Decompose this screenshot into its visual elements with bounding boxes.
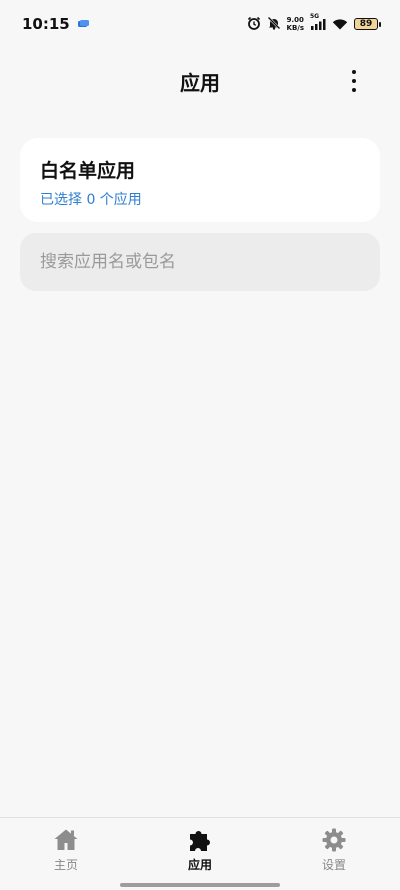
page-title: 应用 — [180, 71, 220, 95]
alarm-icon — [247, 15, 261, 34]
signal-icon: 5G — [310, 13, 326, 30]
nav-item-settings[interactable]: 设置 — [294, 826, 374, 873]
nav-item-apps[interactable]: 应用 — [160, 826, 240, 873]
more-options-button[interactable] — [348, 70, 360, 92]
search-input[interactable] — [38, 251, 362, 273]
net-speed-unit: KB/s — [286, 24, 304, 32]
status-left: 10:15 — [22, 15, 89, 33]
nav-label-home: 主页 — [53, 858, 78, 872]
puzzle-icon — [190, 831, 210, 851]
status-bar: 10:15 9.00 KB/s 5G 89 — [0, 0, 400, 48]
whitelist-apps-card[interactable]: 白名单应用 已选择 0 个应用 — [20, 138, 380, 222]
app-header: 应用 — [0, 55, 400, 105]
status-right: 9.00 KB/s 5G 89 — [247, 13, 381, 34]
more-dot — [352, 88, 356, 92]
mute-icon — [267, 15, 281, 34]
home-icon — [54, 829, 78, 850]
home-indicator[interactable] — [120, 883, 280, 887]
battery-icon: 89 — [354, 18, 381, 30]
nav-item-home[interactable]: 主页 — [26, 826, 106, 873]
net-speed: 9.00 KB/s — [287, 16, 304, 32]
message-icon — [77, 15, 89, 33]
whitelist-subtitle: 已选择 0 个应用 — [40, 192, 142, 208]
more-dot — [352, 79, 356, 83]
nav-label-settings: 设置 — [321, 858, 346, 872]
wifi-icon — [332, 15, 348, 34]
battery-level: 89 — [359, 19, 373, 29]
bottom-nav: 主页 应用 设置 — [0, 817, 400, 890]
status-time: 10:15 — [22, 15, 70, 33]
net-speed-value: 9.00 — [286, 16, 304, 24]
whitelist-title: 白名单应用 — [40, 160, 136, 182]
more-vertical-icon — [352, 70, 356, 74]
search-box[interactable] — [20, 233, 380, 291]
nav-label-apps: 应用 — [187, 858, 212, 872]
gear-icon — [322, 828, 346, 852]
